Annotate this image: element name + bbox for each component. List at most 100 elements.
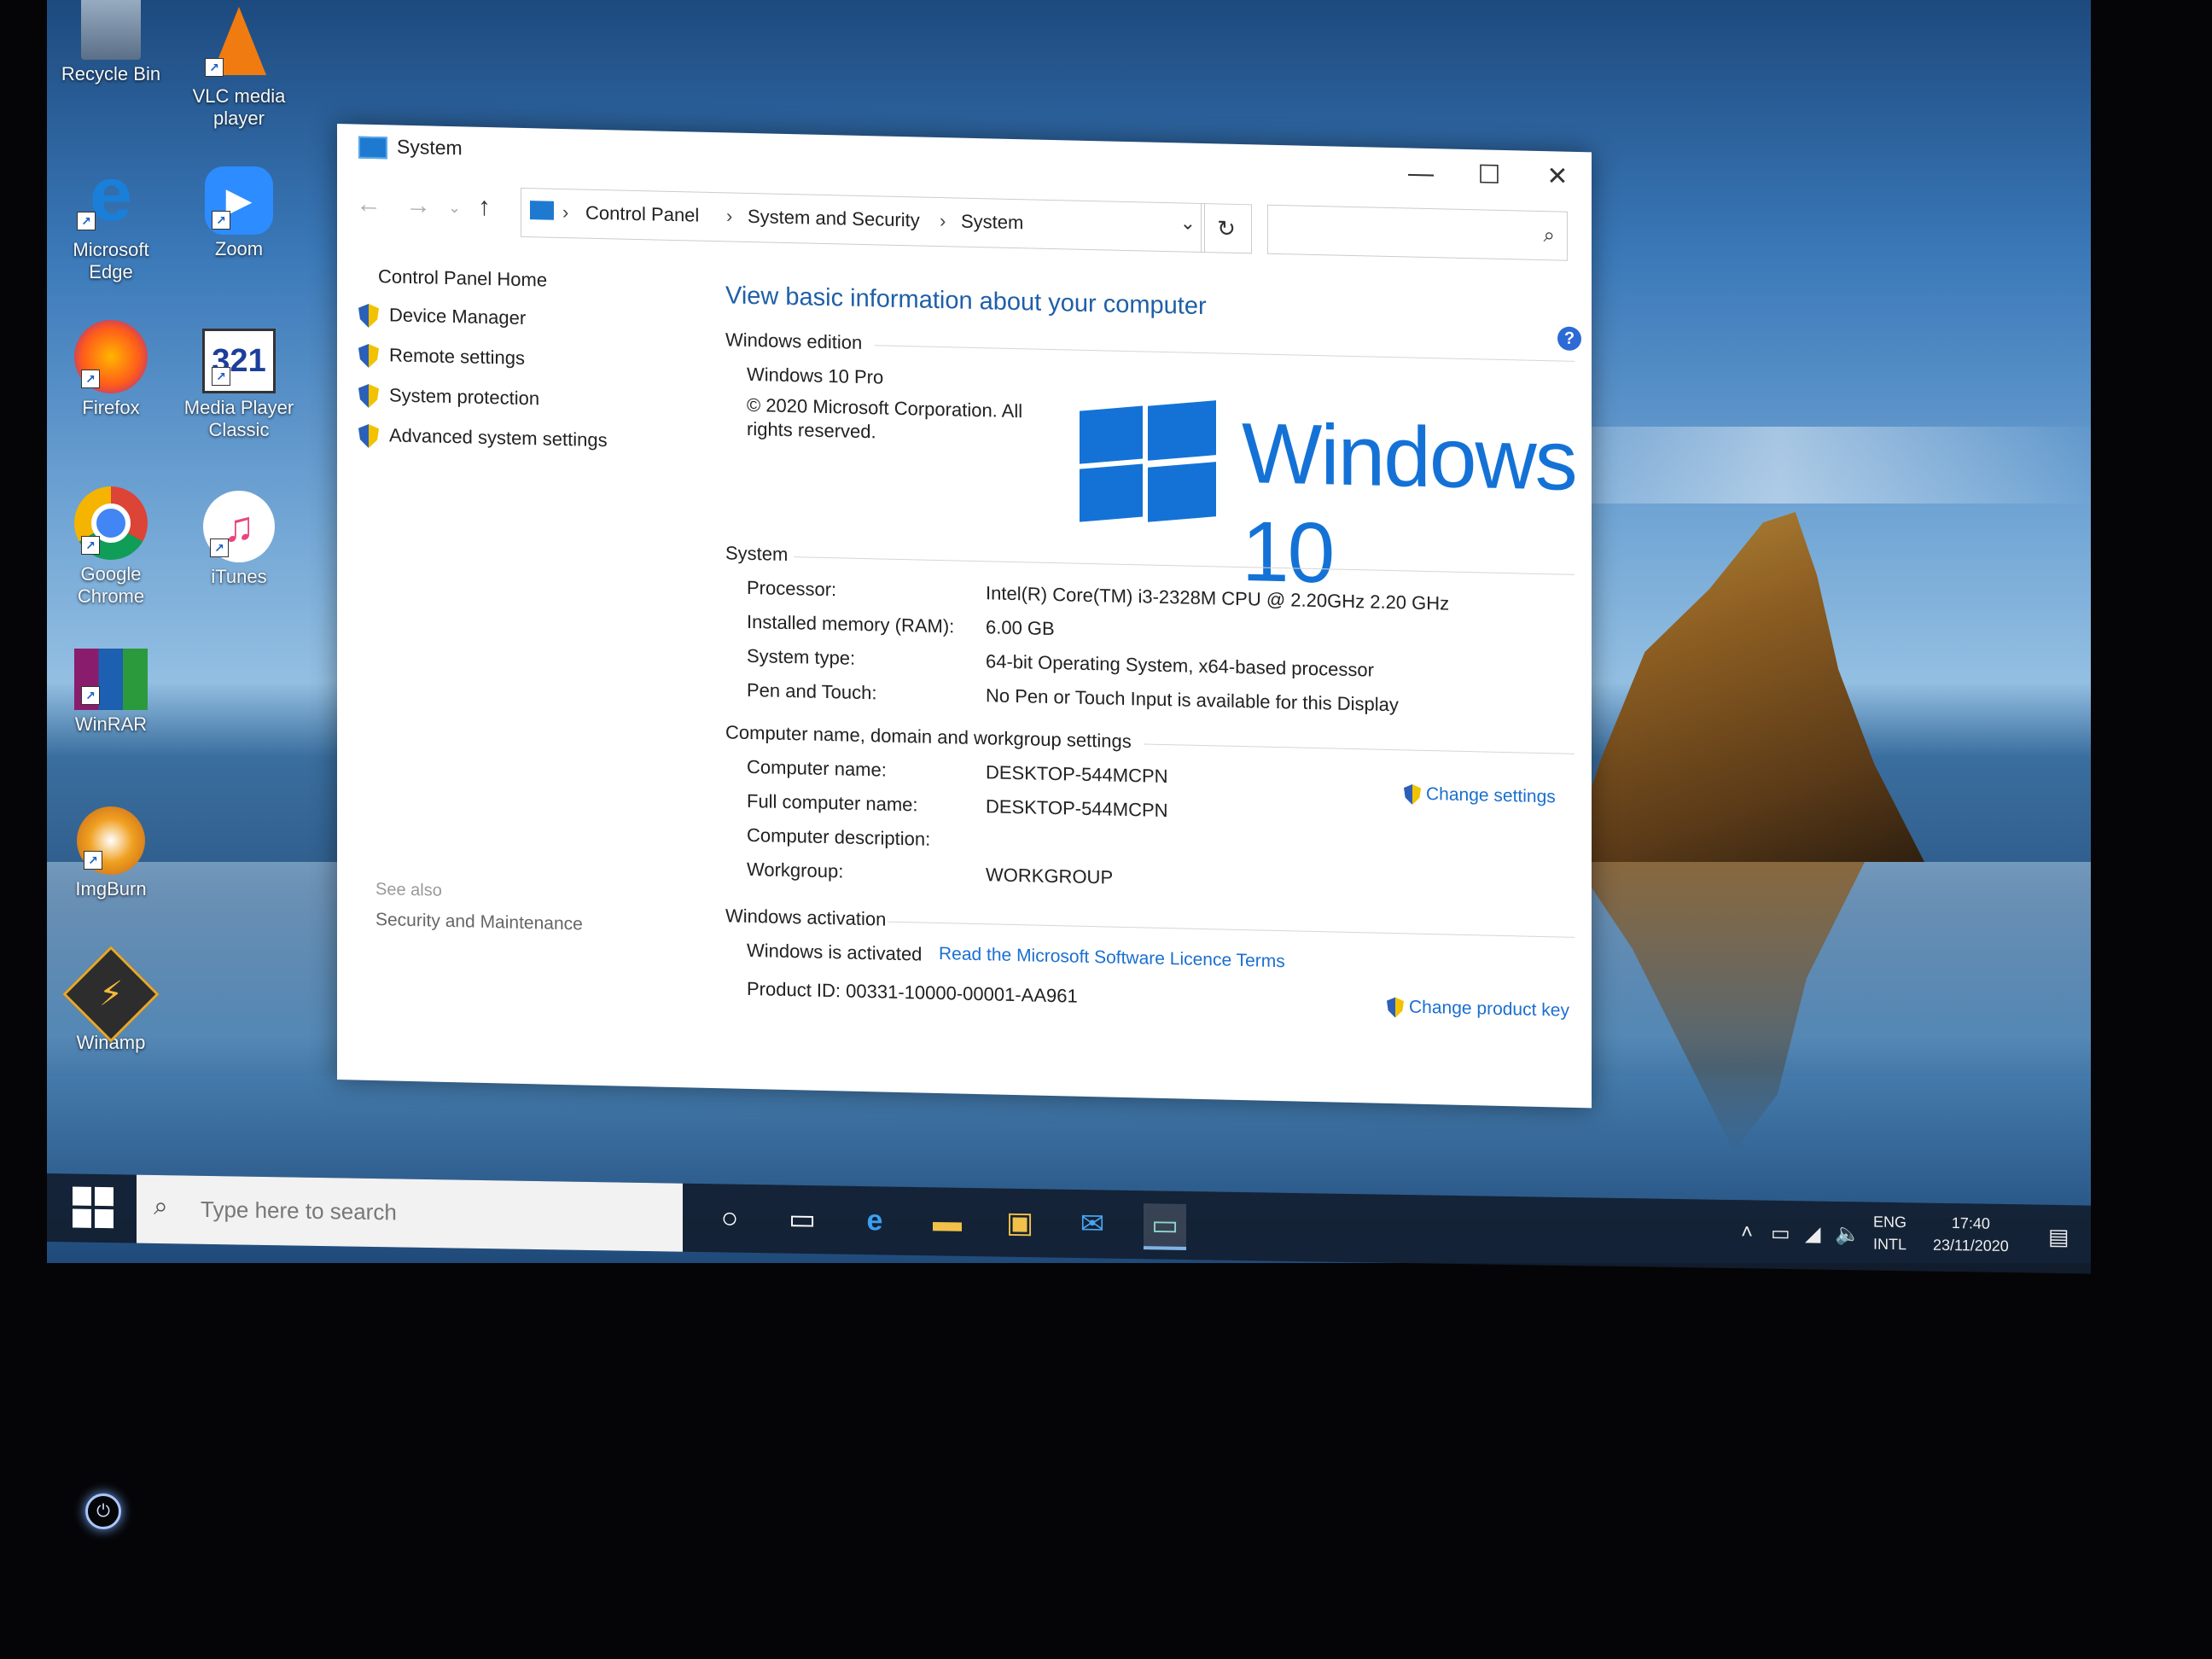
windows-logo-icon — [1080, 400, 1216, 524]
search-input[interactable]: ⌕ — [1267, 204, 1568, 261]
uac-shield-icon — [358, 384, 379, 409]
uac-shield-icon — [358, 304, 379, 329]
page-title: View basic information about your comput… — [725, 282, 1207, 321]
shortcut-arrow-icon: ↗ — [205, 58, 224, 77]
processor-label: Processor: — [747, 576, 837, 601]
battery-icon[interactable]: ▭ — [1771, 1221, 1790, 1246]
workgroup-label: Workgroup: — [747, 858, 844, 882]
recycle-bin-icon — [81, 0, 141, 60]
change-product-key-link[interactable]: Change product key — [1387, 997, 1569, 1022]
section-system: System — [725, 542, 789, 565]
system-window[interactable]: System — ☐ ✕ ← → ⌄ ↑ › Control Panel › S… — [337, 124, 1592, 1109]
chevron-up-icon[interactable]: ˄ — [1741, 1220, 1753, 1244]
chevron-down-icon[interactable]: ⌄ — [1180, 212, 1196, 234]
shortcut-arrow-icon: ↗ — [81, 536, 100, 555]
computer-icon — [530, 201, 554, 220]
firefox-icon: ↗ — [74, 320, 148, 393]
desktop-icon-imgburn[interactable]: ↗ ImgBurn — [55, 806, 166, 900]
up-arrow-icon[interactable]: ↑ — [478, 193, 491, 222]
activation-status: Windows is activated — [747, 939, 923, 965]
section-divider — [875, 345, 1575, 362]
security-and-maintenance-link[interactable]: Security and Maintenance — [375, 910, 583, 935]
back-arrow-icon[interactable]: ← — [356, 189, 381, 219]
power-icon: ⏻ — [85, 1493, 121, 1529]
desktop-icon-winrar[interactable]: ↗ WinRAR — [55, 649, 166, 736]
start-button[interactable] — [73, 1186, 115, 1230]
pen-touch-value: No Pen or Touch Input is available for t… — [986, 684, 1399, 716]
cortana-circle-icon[interactable]: ○ — [708, 1196, 751, 1240]
edge-icon: e ↗ — [70, 152, 152, 237]
maximize-button[interactable]: ☐ — [1455, 149, 1523, 202]
section-windows-activation: Windows activation — [725, 905, 887, 930]
desktop-icon-winamp[interactable]: ⚡ Winamp — [55, 946, 166, 1054]
address-bar[interactable]: › Control Panel › System and Security › … — [521, 187, 1205, 253]
recent-chevron-icon[interactable]: ⌄ — [448, 199, 461, 217]
breadcrumb-separator: › — [726, 205, 733, 227]
copyright-text: © 2020 Microsoft Corporation. All rights… — [747, 393, 1023, 443]
desktop-icon-itunes[interactable]: ♫ ↗ iTunes — [183, 491, 294, 588]
file-explorer-folder-icon[interactable]: ▬ — [926, 1200, 969, 1243]
uac-shield-icon — [1404, 784, 1421, 805]
section-computer-name: Computer name, domain and workgroup sett… — [725, 721, 1132, 753]
winamp-bolt-icon: ⚡ — [62, 946, 160, 1043]
search-placeholder: Type here to search — [201, 1196, 397, 1225]
store-bag-icon[interactable]: ▣ — [998, 1202, 1041, 1245]
mpc-321-icon: 321 ↗ — [202, 329, 276, 393]
minimize-button[interactable]: — — [1387, 148, 1455, 201]
imgburn-disc-icon: ↗ — [77, 806, 145, 875]
input-language[interactable]: ENG INTL — [1873, 1211, 1906, 1256]
workgroup-value: WORKGROUP — [986, 864, 1114, 888]
computer-name-label: Computer name: — [747, 755, 887, 781]
computer-name-value: DESKTOP-544MCPN — [986, 761, 1168, 788]
remote-settings-link[interactable]: Remote settings — [358, 344, 525, 372]
edge-icon[interactable]: e — [853, 1199, 896, 1243]
windows-10-logo-text: Windows 10 — [1242, 405, 1576, 602]
desktop-icon-zoom[interactable]: ▶ ↗ Zoom — [183, 166, 294, 260]
breadcrumb-system[interactable]: System — [961, 211, 1023, 235]
system-type-value: 64-bit Operating System, x64-based proce… — [986, 650, 1374, 681]
breadcrumb-separator: › — [562, 201, 569, 224]
device-manager-link[interactable]: Device Manager — [358, 304, 526, 332]
mail-envelope-icon[interactable]: ✉ — [1071, 1202, 1114, 1246]
task-view-icon[interactable]: ▭ — [781, 1198, 824, 1242]
full-computer-name-value: DESKTOP-544MCPN — [986, 795, 1168, 822]
windows-edition-name: Windows 10 Pro — [747, 363, 884, 388]
shortcut-arrow-icon: ↗ — [84, 851, 102, 870]
desktop-icon-media-player-classic[interactable]: 321 ↗ Media Player Classic — [183, 329, 294, 441]
chrome-icon: ↗ — [74, 486, 148, 560]
breadcrumb-control-panel[interactable]: Control Panel — [585, 202, 699, 227]
close-button[interactable]: ✕ — [1523, 151, 1592, 204]
main-pane: View basic information about your comput… — [713, 256, 1581, 1095]
winrar-books-icon: ↗ — [74, 649, 148, 710]
advanced-system-settings-link[interactable]: Advanced system settings — [358, 424, 608, 454]
left-pane: Control Panel Home Device Manager Remote… — [337, 247, 678, 1074]
help-icon[interactable]: ? — [1557, 326, 1581, 352]
desktop-icon-chrome[interactable]: ↗ Google Chrome — [55, 486, 166, 608]
licence-terms-link[interactable]: Read the Microsoft Software Licence Term… — [939, 944, 1285, 972]
notification-icon[interactable]: ▤ — [2048, 1224, 2069, 1250]
volume-icon[interactable]: 🔈 — [1835, 1222, 1860, 1247]
desktop-icon-edge[interactable]: e ↗ Microsoft Edge — [55, 152, 166, 283]
wallpaper-cliff — [1566, 512, 1924, 862]
desktop-icon-firefox[interactable]: ↗ Firefox — [55, 320, 166, 419]
system-protection-link[interactable]: System protection — [358, 384, 539, 412]
clock[interactable]: 17:40 23/11/2020 — [1933, 1212, 2009, 1257]
refresh-icon[interactable]: ↻ — [1201, 202, 1252, 254]
change-settings-link[interactable]: Change settings — [1404, 783, 1556, 807]
system-window-taskbar-icon[interactable]: ▭ — [1144, 1203, 1186, 1250]
taskbar-search-box[interactable]: ⌕ Type here to search — [137, 1174, 683, 1252]
see-also-heading: See also — [375, 880, 442, 900]
desktop-icon-recycle-bin[interactable]: Recycle Bin — [55, 0, 166, 85]
breadcrumb-separator: › — [940, 210, 946, 232]
wifi-icon[interactable]: ◢ — [1805, 1221, 1820, 1246]
section-divider — [888, 921, 1575, 938]
breadcrumb-system-and-security[interactable]: System and Security — [748, 206, 920, 232]
vlc-cone-icon: ↗ — [198, 0, 280, 82]
shortcut-arrow-icon: ↗ — [210, 538, 229, 557]
search-icon: ⌕ — [154, 1191, 168, 1221]
control-panel-home-link[interactable]: Control Panel Home — [378, 265, 547, 291]
uac-shield-icon — [1387, 997, 1404, 1017]
desktop-icon-vlc[interactable]: ↗ VLC media player — [183, 0, 294, 130]
forward-arrow-icon[interactable]: → — [405, 191, 431, 221]
ram-value: 6.00 GB — [986, 616, 1055, 640]
